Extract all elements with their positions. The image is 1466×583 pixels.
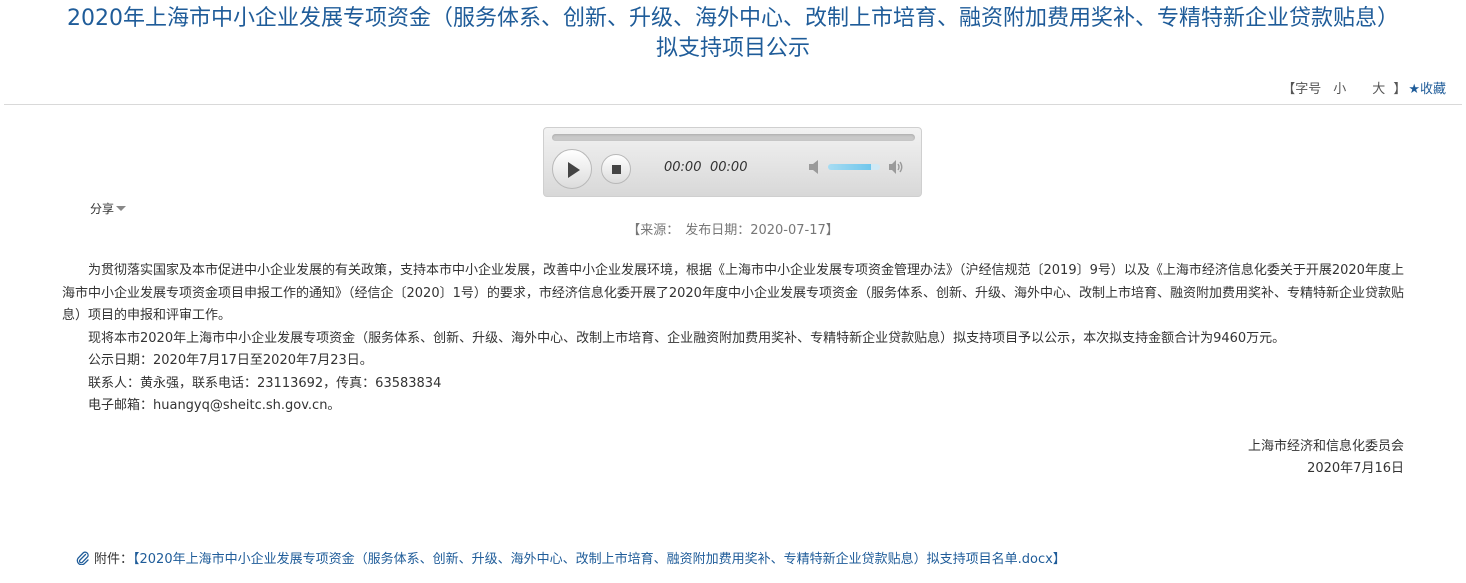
page-title-line-2: 拟支持项目公示: [655, 36, 810, 61]
body-paragraph: 公示日期：2020年7月17日至2020年7月23日。: [88, 353, 373, 368]
source-label: 【来源：: [627, 223, 680, 238]
attachment-label: 附件：: [94, 552, 134, 567]
font-size-large-button[interactable]: 大: [1372, 78, 1385, 97]
signature-org: 上海市经济和信息化委员会: [1247, 439, 1404, 454]
font-size-label: 【字号: [1282, 82, 1322, 97]
page-title-line-1: 2020年上海市中小企业发展专项资金（服务体系、创新、升级、海外中心、改制上市培…: [67, 6, 1399, 31]
publish-date: 发布日期：2020-07-17】: [685, 223, 839, 238]
signature-date: 2020年7月16日: [1307, 461, 1404, 476]
share-button[interactable]: 分享: [90, 200, 127, 217]
font-size-bracket: 】: [1393, 82, 1407, 97]
speaker-max-icon[interactable]: [888, 158, 904, 176]
caret-down-icon: [116, 206, 127, 211]
stop-icon[interactable]: [601, 154, 631, 184]
share-label: 分享: [90, 202, 115, 216]
font-size-small-button[interactable]: 小: [1333, 78, 1346, 97]
paperclip-icon: [76, 551, 89, 565]
play-icon[interactable]: [552, 149, 592, 189]
body-paragraph: 电子邮箱：huangyq@sheitc.sh.gov.cn。: [88, 398, 341, 413]
star-icon: ★: [1408, 82, 1420, 97]
audio-player: 00:00 00:00: [543, 127, 922, 197]
attachment-link[interactable]: 【2020年上海市中小企业发展专项资金（服务体系、创新、升级、海外中心、改制上市…: [133, 552, 1066, 567]
favorite-button[interactable]: ★收藏: [1408, 78, 1446, 97]
current-time: 00:00: [664, 160, 702, 175]
volume-slider[interactable]: [828, 164, 880, 170]
article-meta: 【来源： 发布日期：2020-07-17】: [0, 219, 1466, 238]
header-divider: [4, 104, 1462, 105]
favorite-label: 收藏: [1419, 82, 1446, 97]
attachment: 附件：【2020年上海市中小企业发展专项资金（服务体系、创新、升级、海外中心、改…: [76, 548, 1066, 567]
body-paragraph: 为贯彻落实国家及本市促进中小企业发展的有关政策，支持本市中小企业发展，改善中小企…: [62, 263, 1404, 323]
article-body: 为贯彻落实国家及本市促进中小企业发展的有关政策，支持本市中小企业发展，改善中小企…: [62, 260, 1404, 418]
page-title: 2020年上海市中小企业发展专项资金（服务体系、创新、升级、海外中心、改制上市培…: [0, 4, 1466, 64]
article-tools: 【字号小 大】 ★收藏: [1282, 78, 1446, 97]
duration-time: 00:00: [710, 160, 748, 175]
audio-progress-bar[interactable]: [552, 134, 915, 141]
speaker-mute-icon[interactable]: [807, 158, 823, 176]
volume-fill: [828, 164, 871, 170]
body-paragraph: 现将本市2020年上海市中小企业发展专项资金（服务体系、创新、升级、海外中心、改…: [88, 330, 1286, 346]
signature: 上海市经济和信息化委员会 2020年7月16日: [1248, 436, 1404, 480]
body-paragraph: 联系人：黄永强，联系电话：23113692，传真：63583834: [88, 375, 442, 391]
